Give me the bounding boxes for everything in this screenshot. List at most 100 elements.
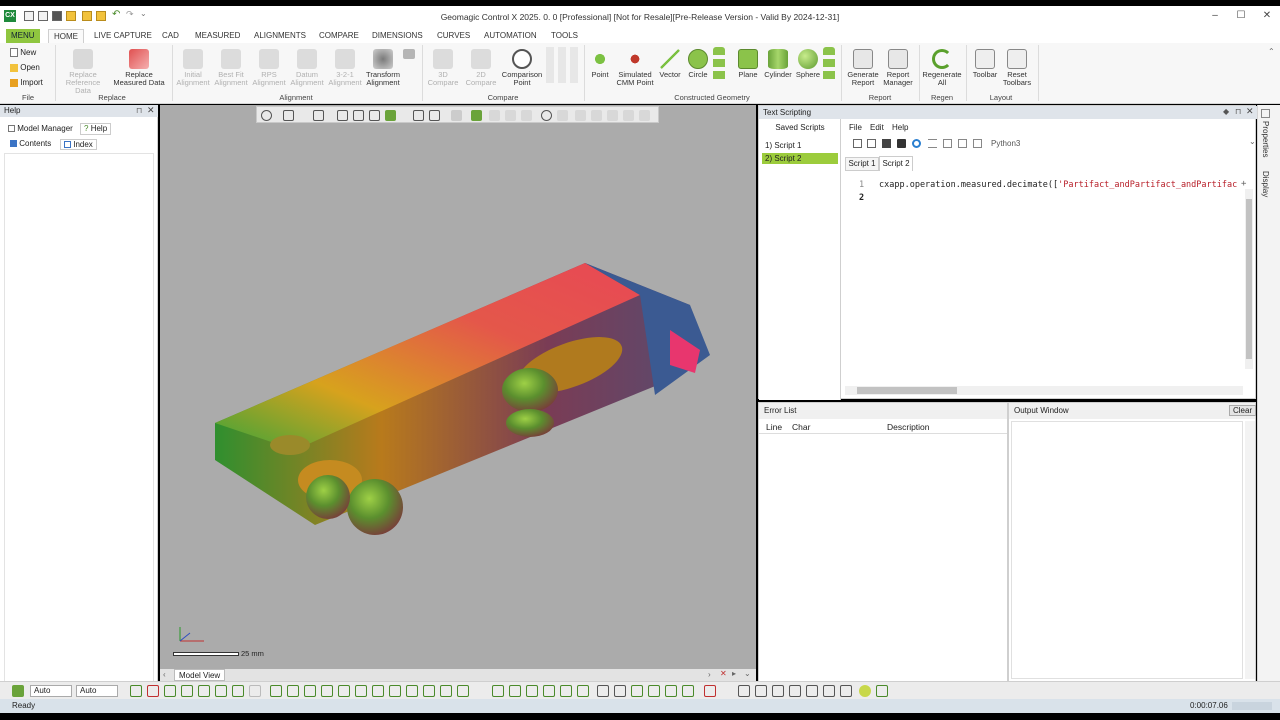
horizontal-scrollbar-thumb[interactable] (857, 387, 957, 394)
col-description[interactable]: Description (887, 421, 930, 434)
view-isometric-icon[interactable] (385, 110, 396, 121)
add-tool-icon[interactable] (876, 685, 888, 697)
select-mode-7-icon[interactable] (607, 110, 618, 121)
tab-model-manager[interactable]: Model Manager (8, 124, 73, 133)
filter-8-icon[interactable] (249, 685, 261, 697)
tab-tools[interactable]: TOOLS (546, 29, 583, 43)
report-manager-button[interactable]: Report Manager (880, 47, 916, 87)
filter-19-icon[interactable] (440, 685, 452, 697)
align-icon[interactable] (928, 139, 937, 148)
tool-2-icon[interactable] (755, 685, 767, 697)
display-tab[interactable]: Display (1261, 171, 1270, 197)
view-cube-icon[interactable] (283, 110, 294, 121)
minimize-icon[interactable]: – (1202, 10, 1228, 21)
menu-help[interactable]: Help (892, 123, 908, 132)
saved-script-item-selected[interactable]: 2) Script 2 (762, 153, 838, 164)
panel-options-icon[interactable]: ◆ (1223, 107, 1229, 116)
compare-small-tools-icon[interactable] (546, 47, 578, 83)
view-line-icon[interactable] (451, 110, 462, 121)
tab-cad[interactable]: CAD (157, 29, 184, 43)
reset-toolbars-button[interactable]: Reset Toolbars (1000, 47, 1034, 87)
measure-6-icon[interactable] (682, 685, 694, 697)
open-script-icon[interactable] (867, 139, 876, 148)
render-mode-2-icon[interactable] (509, 685, 521, 697)
tool-7-icon[interactable] (840, 685, 852, 697)
alignment-tool-icon[interactable] (403, 49, 415, 59)
tab-menu[interactable]: MENU (6, 29, 40, 43)
tab-measured[interactable]: MEASURED (190, 29, 245, 43)
sphere-button[interactable]: Sphere (794, 47, 822, 79)
tab-script-2[interactable]: Script 2 (879, 156, 913, 171)
import-button[interactable]: Import (10, 78, 43, 87)
properties-icon[interactable] (1261, 109, 1270, 118)
filter-11-icon[interactable] (304, 685, 316, 697)
close-view-icon[interactable]: ✕ (720, 669, 727, 678)
filter-14-icon[interactable] (355, 685, 367, 697)
model-view[interactable]: 25 mm (160, 105, 756, 670)
filter-15-icon[interactable] (372, 685, 384, 697)
select-mode-3-icon[interactable] (521, 110, 532, 121)
filter-9-icon[interactable] (270, 685, 282, 697)
simulated-cmm-point-button[interactable]: Simulated CMM Point (614, 47, 656, 87)
tool-4-icon[interactable] (789, 685, 801, 697)
tab-contents[interactable]: Contents (10, 139, 51, 148)
tab-scroll-right-icon[interactable]: › (708, 670, 711, 679)
tab-script-1[interactable]: Script 1 (845, 157, 879, 171)
tool-6-icon[interactable] (823, 685, 835, 697)
select-mode-2-icon[interactable] (505, 110, 516, 121)
filter-16-icon[interactable] (389, 685, 401, 697)
vertical-scrollbar-thumb[interactable] (1246, 199, 1252, 359)
toolbar-button[interactable]: Toolbar (968, 47, 1002, 79)
view-side-icon[interactable] (353, 110, 364, 121)
measured-part-model[interactable] (200, 245, 720, 545)
measure-3-icon[interactable] (631, 685, 643, 697)
initial-alignment-button[interactable]: Initial Alignment (174, 47, 212, 87)
tab-live-capture[interactable]: LIVE CAPTURE (89, 29, 157, 43)
geometry-small-tools-icon[interactable] (713, 47, 725, 83)
tab-compare[interactable]: COMPARE (314, 29, 364, 43)
measure-5-icon[interactable] (665, 685, 677, 697)
tool-3-icon[interactable] (772, 685, 784, 697)
refresh-icon[interactable] (912, 139, 921, 148)
cylinder-button[interactable]: Cylinder (762, 47, 794, 79)
select-mode-5-icon[interactable] (575, 110, 586, 121)
output-text-area[interactable] (1011, 421, 1243, 679)
clear-button[interactable]: Clear (1229, 405, 1257, 416)
circle-button[interactable]: Circle (684, 47, 712, 79)
321-alignment-button[interactable]: 3-2-1 Alignment (326, 47, 364, 87)
plane-button[interactable]: Plane (734, 47, 762, 79)
close-panel-icon[interactable]: ✕ (147, 105, 155, 116)
render-mode-1-icon[interactable] (492, 685, 504, 697)
col-char[interactable]: Char (792, 421, 810, 434)
tool-5-icon[interactable] (806, 685, 818, 697)
filter-2-icon[interactable] (147, 685, 159, 697)
generate-report-button[interactable]: Generate Report (844, 47, 882, 87)
filter-7-icon[interactable] (232, 685, 244, 697)
view-split-icon[interactable] (369, 110, 380, 121)
rps-alignment-button[interactable]: RPS Alignment (250, 47, 288, 87)
replace-measured-data-button[interactable]: Replace Measured Data (111, 47, 167, 87)
render-mode-4-icon[interactable] (543, 685, 555, 697)
lasso-icon[interactable] (541, 110, 552, 121)
new-script-icon[interactable] (853, 139, 862, 148)
vector-button[interactable]: Vector (656, 47, 684, 79)
help-content-area[interactable] (4, 153, 154, 693)
render-mode-3-icon[interactable] (526, 685, 538, 697)
view-grid-icon[interactable] (413, 110, 424, 121)
filter-combo-1[interactable]: Auto (30, 685, 72, 697)
select-mode-1-icon[interactable] (489, 110, 500, 121)
best-fit-alignment-button[interactable]: Best Fit Alignment (212, 47, 250, 87)
filter-1-icon[interactable] (130, 685, 142, 697)
properties-tab[interactable]: Properties (1261, 121, 1270, 157)
run-script-icon[interactable] (897, 139, 906, 148)
code-editor-area[interactable]: 1 2 cxapp.operation.measured.decimate(['… (845, 175, 1246, 383)
view-front-icon[interactable] (313, 110, 324, 121)
tool-8-icon[interactable] (859, 685, 871, 697)
regenerate-all-button[interactable]: Regenerate All (921, 47, 963, 87)
3d-compare-button[interactable]: 3D Compare (424, 47, 462, 87)
selection-mode-icon[interactable] (12, 685, 24, 697)
toolbar-dropdown-icon[interactable]: ⌄ (1249, 137, 1256, 146)
save-script-icon[interactable] (882, 139, 891, 148)
transform-alignment-button[interactable]: Transform Alignment (364, 47, 402, 87)
pin-icon[interactable]: ⊓ (136, 106, 142, 115)
